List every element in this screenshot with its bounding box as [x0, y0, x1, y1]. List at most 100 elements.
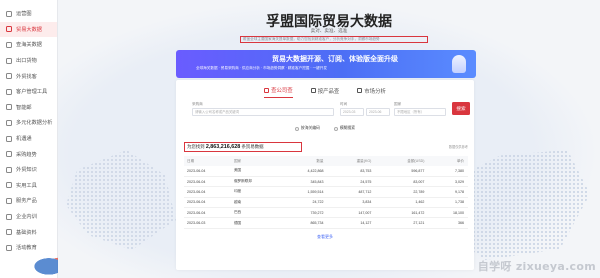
menu-icon	[6, 213, 12, 220]
sidebar-item-label: 活动教育	[16, 245, 37, 252]
sidebar-item-label: 基础资料	[16, 229, 37, 236]
sidebar-item-label: 外贸知识	[16, 167, 37, 174]
table-cell: 美国	[230, 166, 278, 177]
radio-icon	[294, 126, 299, 131]
sidebar-item[interactable]: 查海关数据	[0, 37, 57, 53]
promo-banner[interactable]: 贸易大数据开源、订阅、体验版全面升级 全球海关数据 · 贸易采购商 · 供应商分…	[176, 50, 476, 78]
table-cell: 366	[428, 217, 468, 229]
menu-icon	[6, 119, 12, 126]
tab-company[interactable]: 查公司查	[264, 86, 293, 98]
sidebar-item[interactable]: 企业内训	[0, 209, 57, 225]
menu-icon	[6, 182, 12, 189]
col-weight: 重量(KG)	[327, 156, 376, 166]
col-country: 国家	[230, 156, 278, 166]
table-cell: 147,007	[327, 207, 376, 219]
table-cell: 345,843	[277, 176, 328, 188]
sidebar-item-label: 机遇通	[16, 136, 32, 143]
date-label: 时间	[340, 102, 348, 106]
sidebar-item[interactable]: 服务产品	[0, 193, 57, 209]
search-button[interactable]: 搜索	[452, 102, 470, 115]
sidebar-item[interactable]: 外贸找客	[0, 68, 57, 84]
table-row[interactable]: 2023-06-04 印度 1,559,514 487,712 22,789 9,178	[184, 186, 468, 198]
table-cell: 4,422,868	[277, 166, 328, 177]
table-row[interactable]: 2023-06-04 越南 24,722 3,834 1,462 1,738	[184, 197, 468, 209]
table-cell: 印度	[230, 186, 278, 198]
table-cell: 2023-06-03	[184, 217, 231, 229]
table-cell: 596,877	[375, 166, 429, 177]
table-cell: 18,100	[428, 207, 468, 219]
sidebar-item-label: 客户管理工具	[16, 89, 48, 96]
tab-product[interactable]: 按产品查	[310, 86, 339, 98]
date-from-input[interactable]: 2023-03	[340, 108, 364, 116]
sidebar-item[interactable]: 实用工具	[0, 178, 57, 194]
sidebar-item-label: 出口货物	[16, 58, 37, 65]
table-cell: 83,753	[327, 166, 376, 177]
search-tabs: 查公司查 按产品查 市场分析	[176, 86, 474, 98]
table-cell: 3,029	[428, 176, 468, 188]
search-options: 按海关编码 模糊搜索	[176, 126, 474, 131]
sidebar-item-label: 实用工具	[16, 182, 37, 189]
sidebar: 运营图 贸易大数据 查海关数据 出口货物 外贸找客 客户管理工具 智能邮 多元化数据分析 机遇通…	[0, 0, 58, 278]
country-select[interactable]: 不限地区（所有）	[394, 108, 446, 116]
table-cell: 24,575	[327, 176, 376, 188]
table-cell: 巴西	[230, 207, 278, 219]
sidebar-item[interactable]: 智能邮	[0, 100, 57, 116]
sidebar-item[interactable]: 机遇通	[0, 131, 57, 147]
menu-icon	[6, 41, 12, 48]
view-more-link[interactable]: 查看更多	[176, 234, 474, 240]
product-icon	[310, 88, 316, 93]
menu-icon	[6, 166, 12, 173]
table-cell: 2023-06-04	[184, 197, 231, 209]
table-cell: 9,178	[428, 186, 468, 198]
option-fuzzy[interactable]: 模糊搜索	[333, 126, 355, 131]
table-body: 2023-06-04 美国 4,422,868 83,753 596,877 7,380 2…	[184, 166, 468, 229]
table-cell: 2023-06-04	[184, 176, 231, 188]
result-count: 为您找到 2,863,216,628 条贸易数据	[184, 142, 302, 152]
table-cell: 7,380	[428, 166, 468, 177]
sidebar-item[interactable]: 多元化数据分析	[0, 115, 57, 131]
table-cell: 1,462	[375, 197, 429, 209]
sidebar-item[interactable]: 外贸知识	[0, 162, 57, 178]
chart-icon	[357, 88, 363, 93]
col-quantity: 数量	[277, 156, 328, 166]
tab-market[interactable]: 市场分析	[357, 86, 386, 98]
company-input[interactable]: 请输入公司名称或产品关键词	[192, 108, 334, 116]
company-label: 采购商	[192, 102, 203, 106]
menu-icon	[6, 197, 12, 204]
table-cell: 14,127	[327, 217, 376, 229]
company-icon	[264, 87, 270, 93]
country-label: 国家	[394, 102, 402, 106]
sidebar-item[interactable]: 基础资料	[0, 224, 57, 240]
menu-icon	[6, 88, 12, 95]
sidebar-list: 运营图 贸易大数据 查海关数据 出口货物 外贸找客 客户管理工具 智能邮 多元化数据分析 机遇通…	[0, 6, 57, 256]
sidebar-item-label: 服务产品	[16, 198, 37, 205]
table-cell: 2023-06-04	[184, 207, 231, 219]
result-note: 数据仅供参考	[448, 145, 468, 149]
table-row[interactable]: 2023-06-04 美国 4,422,868 83,753 596,877 7,380	[184, 166, 468, 177]
sidebar-item[interactable]: 客户管理工具	[0, 84, 57, 100]
table-cell: 865,734	[277, 217, 328, 229]
table-cell: 27,121	[375, 217, 429, 229]
table-row[interactable]: 2023-06-03 德国 865,734 14,127 27,121 366	[184, 217, 468, 229]
menu-icon	[6, 244, 12, 251]
col-date: 日期	[184, 156, 231, 166]
table-cell: 德国	[230, 217, 278, 229]
table-cell: 1,738	[428, 197, 468, 209]
sidebar-item-label: 企业内训	[16, 214, 37, 221]
sidebar-item[interactable]: 采购趋势	[0, 146, 57, 162]
menu-icon	[6, 151, 12, 158]
table-row[interactable]: 2023-06-04 俄罗斯联邦 345,843 24,575 83,007 3,029	[184, 176, 468, 188]
menu-icon	[6, 135, 12, 142]
date-to-input[interactable]: 2023-06	[366, 108, 390, 116]
sidebar-item-label: 智能邮	[16, 104, 32, 111]
option-hs-code[interactable]: 按海关编码	[294, 126, 320, 131]
sidebar-item-label: 多元化数据分析	[16, 120, 53, 127]
sidebar-item[interactable]: 出口货物	[0, 53, 57, 69]
table-cell: 2023-06-04	[184, 186, 231, 198]
microphone-icon	[452, 55, 466, 73]
table-cell: 1,559,514	[277, 186, 328, 198]
table-header-row: 日期 国家 数量 重量(KG) 金额(USD) 单价	[184, 156, 468, 166]
table-row[interactable]: 2023-06-04 巴西 739,272 147,007 161,472 18,100	[184, 207, 468, 219]
table-cell: 83,007	[375, 176, 429, 188]
trade-table: 日期 国家 数量 重量(KG) 金额(USD) 单价 2023-06-04 美国 4…	[184, 156, 468, 229]
